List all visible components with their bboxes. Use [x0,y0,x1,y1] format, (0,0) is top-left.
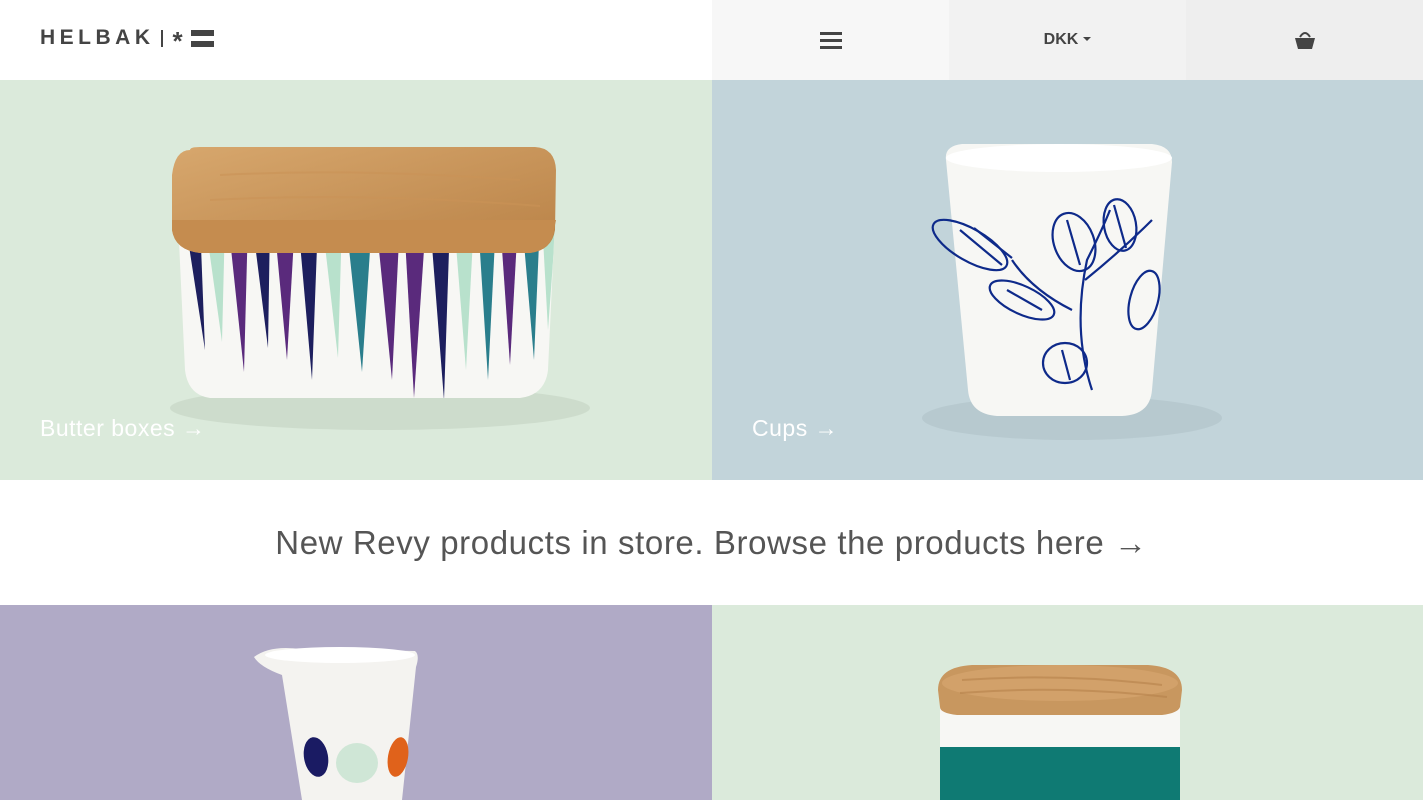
category-tile-butter-boxes[interactable]: Butter boxes → [0,80,712,480]
cup-image: Cups → [752,144,1222,441]
basket-icon [1294,32,1315,49]
pitcher-image [254,647,418,800]
browse-products-link[interactable]: New Revy products in store. Browse the p… [275,524,1147,562]
logo-wordmark: HELBAK [40,26,155,49]
category-tile-jar[interactable] [712,605,1423,800]
caret-down-icon [1083,37,1092,41]
site-header: HELBAK * DKK [0,0,1423,80]
logo-star-icon: * [172,26,183,56]
cart-button[interactable] [1186,0,1423,80]
jar-image [938,665,1182,800]
logo-equal-icon [190,29,214,47]
menu-button[interactable] [712,0,949,80]
butter-box-image: Butter boxes → [40,147,590,441]
category-tile-pitcher[interactable] [0,605,712,800]
tile-label-cups: Cups → [752,415,838,441]
category-tile-cups[interactable]: Cups → [712,80,1423,480]
promo-banner: New Revy products in store. Browse the p… [0,480,1423,605]
helbak-logo[interactable]: HELBAK * [40,26,214,56]
currency-label: DKK [1043,31,1079,48]
logo-divider [160,29,163,47]
currency-selector[interactable]: DKK [949,0,1186,80]
hamburger-icon [819,31,842,49]
tile-label-butter-boxes: Butter boxes → [40,415,206,441]
